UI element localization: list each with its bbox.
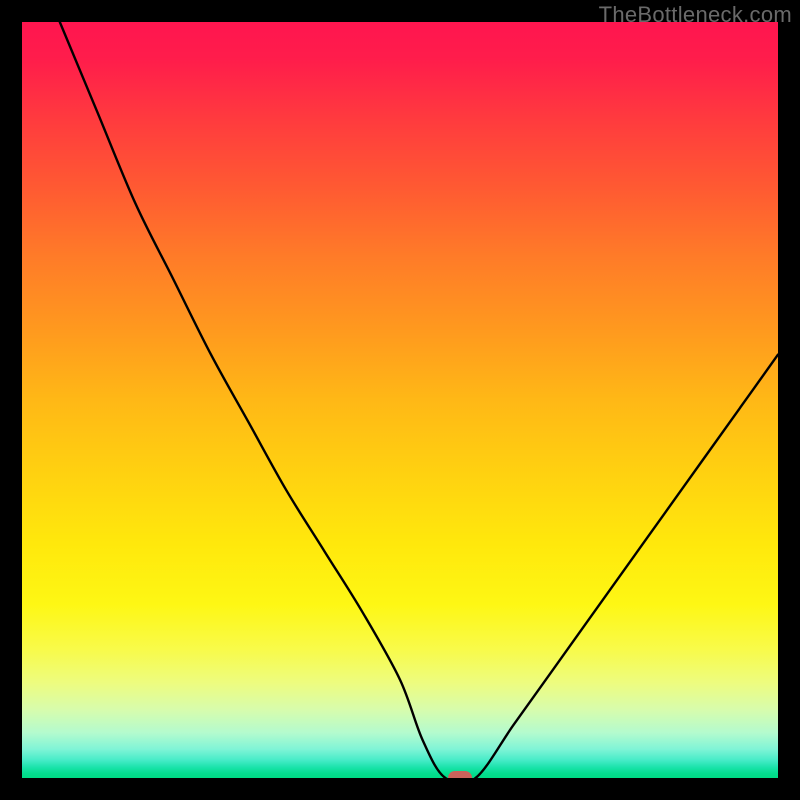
plot-area	[22, 22, 778, 778]
optimum-marker	[448, 771, 472, 778]
bottleneck-curve	[22, 22, 778, 778]
watermark-text: TheBottleneck.com	[599, 2, 792, 28]
chart-frame: TheBottleneck.com	[0, 0, 800, 800]
